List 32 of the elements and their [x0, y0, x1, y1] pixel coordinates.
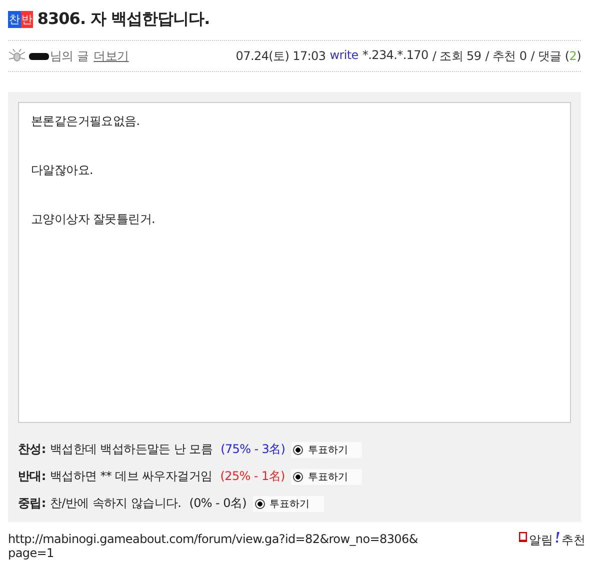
- poll-option-text: 찬/반에 속하지 않습니다.: [50, 495, 182, 512]
- ip-address: *.234.*.170: [362, 48, 428, 64]
- poll-option-label: 찬성:: [18, 441, 46, 458]
- redacted-username: [29, 52, 49, 60]
- recommend-link[interactable]: 추천: [562, 532, 585, 549]
- poll-result: (0% - 0名): [189, 495, 246, 512]
- body-text: 고양이상자 잘못틀린거.: [31, 211, 156, 228]
- poll-option-text: 백섭한데 백섭하든말든 난 모름: [50, 441, 213, 458]
- disagree-badge: 반: [20, 10, 34, 28]
- view-count: / 조회 59: [432, 48, 482, 64]
- exclamation-icon: [554, 532, 560, 543]
- poll-result: (75% - 3名): [220, 441, 286, 458]
- poll-option-text: 백섭하면 ** 데브 싸우자걸거임: [50, 468, 212, 485]
- vote-button[interactable]: 투표하기: [290, 468, 362, 484]
- alarm-link[interactable]: 알림: [529, 532, 553, 549]
- body-text: 본론같은거필요없음.: [31, 113, 141, 130]
- author-label: 님의 글: [50, 48, 89, 64]
- write-label: write: [330, 48, 358, 64]
- alarm-icon: [519, 532, 528, 542]
- post-datetime: 07.24(토) 17:03: [236, 48, 326, 64]
- body-text: 다알잖아요.: [31, 162, 94, 179]
- post-title: 8306. 자 백섭한답니다.: [37, 8, 210, 30]
- poll-result: (25% - 1名): [220, 468, 285, 485]
- poll-option-label: 반대:: [18, 468, 46, 485]
- more-posts-link[interactable]: 더보기: [94, 48, 129, 64]
- recommend-count: / 추천 0: [485, 48, 527, 64]
- vote-button[interactable]: 투표하기: [252, 496, 324, 512]
- page-url: http://mabinogi.gameabout.com/forum/view.ga?id=82&row_no=8306& page=1: [8, 532, 419, 560]
- comment-count: / 댓글 (2): [530, 48, 581, 64]
- agree-badge: 찬: [8, 10, 21, 28]
- vote-button[interactable]: 투표하기: [291, 442, 362, 458]
- poll-option-label: 중립:: [18, 495, 46, 512]
